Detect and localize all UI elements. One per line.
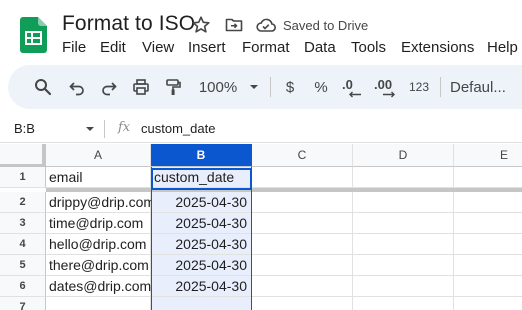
paint-format-button[interactable] — [160, 65, 186, 109]
arrow-right-icon — [383, 91, 395, 98]
menu-format[interactable]: Format — [242, 39, 290, 56]
cell-d4[interactable] — [353, 234, 454, 255]
toolbar-divider — [270, 77, 271, 97]
row-header[interactable]: 7 — [0, 297, 46, 310]
cell-e4[interactable] — [454, 234, 522, 255]
menu-data[interactable]: Data — [304, 39, 336, 56]
increase-decimal-button[interactable]: .00 — [370, 65, 402, 109]
cell-b2[interactable]: 2025-04-30 — [151, 192, 252, 213]
redo-icon — [102, 82, 117, 96]
cell-e1[interactable] — [454, 167, 522, 188]
cell-d2[interactable] — [353, 192, 454, 213]
cell-a2[interactable]: drippy@drip.com — [46, 192, 155, 213]
cloud-saved-icon[interactable] — [255, 16, 277, 34]
select-all-corner[interactable] — [0, 144, 46, 168]
cell-a7[interactable] — [46, 297, 151, 310]
spreadsheet-grid: A B C D E 1 2 3 4 5 6 7 email custom_dat… — [0, 144, 522, 310]
cell-b6[interactable]: 2025-04-30 — [151, 276, 252, 297]
cell-b7[interactable] — [151, 297, 252, 310]
cell-e2[interactable] — [454, 192, 522, 213]
cell-b3[interactable]: 2025-04-30 — [151, 213, 252, 234]
font-select[interactable]: Defaul... — [450, 65, 520, 109]
formula-input[interactable]: custom_date — [141, 121, 215, 136]
column-header-b[interactable]: B — [151, 144, 252, 167]
print-button[interactable] — [128, 65, 154, 109]
row-header[interactable]: 5 — [0, 255, 46, 276]
redo-button[interactable] — [96, 65, 122, 109]
cell-a1[interactable]: email — [46, 167, 151, 188]
cell-d7[interactable] — [353, 297, 454, 310]
cell-b1[interactable]: custom_date — [151, 167, 252, 188]
cell-a5[interactable]: there@drip.com — [46, 255, 151, 276]
search-icon — [35, 79, 52, 96]
save-status: Saved to Drive — [283, 18, 369, 33]
column-header-e[interactable]: E — [454, 144, 522, 167]
row-header[interactable]: 2 — [0, 192, 46, 213]
row-header[interactable]: 6 — [0, 276, 46, 297]
toolbar-divider — [440, 77, 441, 97]
zoom-value: 100% — [198, 78, 238, 96]
cell-d6[interactable] — [353, 276, 454, 297]
chevron-down-icon — [250, 85, 259, 89]
document-title[interactable]: Format to ISO — [62, 12, 195, 36]
row-header[interactable]: 4 — [0, 234, 46, 255]
cell-c3[interactable] — [252, 213, 353, 234]
cell-e6[interactable] — [454, 276, 522, 297]
toolbar: 100% $ % .0 .00 123 Defaul... — [8, 65, 522, 109]
sheets-logo-icon[interactable] — [20, 17, 47, 53]
menu-extensions[interactable]: Extensions — [401, 39, 474, 56]
print-icon — [133, 79, 149, 95]
menu-edit[interactable]: Edit — [100, 39, 126, 56]
formula-bar: B:B fx custom_date — [0, 115, 522, 143]
cell-c5[interactable] — [252, 255, 353, 276]
cell-b4[interactable]: 2025-04-30 — [151, 234, 252, 255]
decrease-decimal-button[interactable]: .0 — [338, 65, 366, 109]
menu-view[interactable]: View — [142, 39, 174, 56]
cell-e7[interactable] — [454, 297, 522, 310]
percent-format-button[interactable]: % — [310, 65, 332, 109]
chevron-down-icon[interactable] — [85, 125, 95, 133]
cell-a6[interactable]: dates@drip.com — [46, 276, 151, 297]
zoom-select[interactable]: 100% — [194, 65, 264, 109]
cell-c6[interactable] — [252, 276, 353, 297]
undo-button[interactable] — [64, 65, 90, 109]
cell-c1[interactable] — [252, 167, 353, 188]
paint-format-icon — [166, 79, 181, 95]
font-value: Defaul... — [450, 78, 506, 96]
cell-b5[interactable]: 2025-04-30 — [151, 255, 252, 276]
arrow-left-icon — [349, 91, 361, 98]
frozen-row-divider[interactable] — [46, 188, 522, 192]
undo-icon — [69, 82, 84, 96]
cell-e5[interactable] — [454, 255, 522, 276]
formula-bar-divider — [104, 120, 105, 138]
more-formats-button[interactable]: 123 — [406, 65, 432, 109]
name-box[interactable]: B:B — [14, 121, 35, 136]
column-header-a[interactable]: A — [46, 144, 151, 167]
row-header[interactable]: 1 — [0, 167, 46, 188]
currency-format-button[interactable]: $ — [280, 65, 300, 109]
cell-d3[interactable] — [353, 213, 454, 234]
function-icon: fx — [118, 120, 131, 135]
column-header-c[interactable]: C — [252, 144, 353, 167]
menu-insert[interactable]: Insert — [188, 39, 226, 56]
column-header-d[interactable]: D — [353, 144, 454, 167]
cell-c2[interactable] — [252, 192, 353, 213]
menu-help[interactable]: Help — [487, 39, 518, 56]
cell-a3[interactable]: time@drip.com — [46, 213, 151, 234]
move-to-folder-icon[interactable] — [224, 15, 244, 35]
row-header[interactable]: 3 — [0, 213, 46, 234]
cell-c7[interactable] — [252, 297, 353, 310]
menu-file[interactable]: File — [62, 39, 86, 56]
cell-c4[interactable] — [252, 234, 353, 255]
star-icon[interactable] — [191, 15, 211, 35]
search-menus-button[interactable] — [30, 65, 56, 109]
cell-e3[interactable] — [454, 213, 522, 234]
menu-tools[interactable]: Tools — [351, 39, 386, 56]
cell-d1[interactable] — [353, 167, 454, 188]
cell-d5[interactable] — [353, 255, 454, 276]
cell-a4[interactable]: hello@drip.com — [46, 234, 151, 255]
